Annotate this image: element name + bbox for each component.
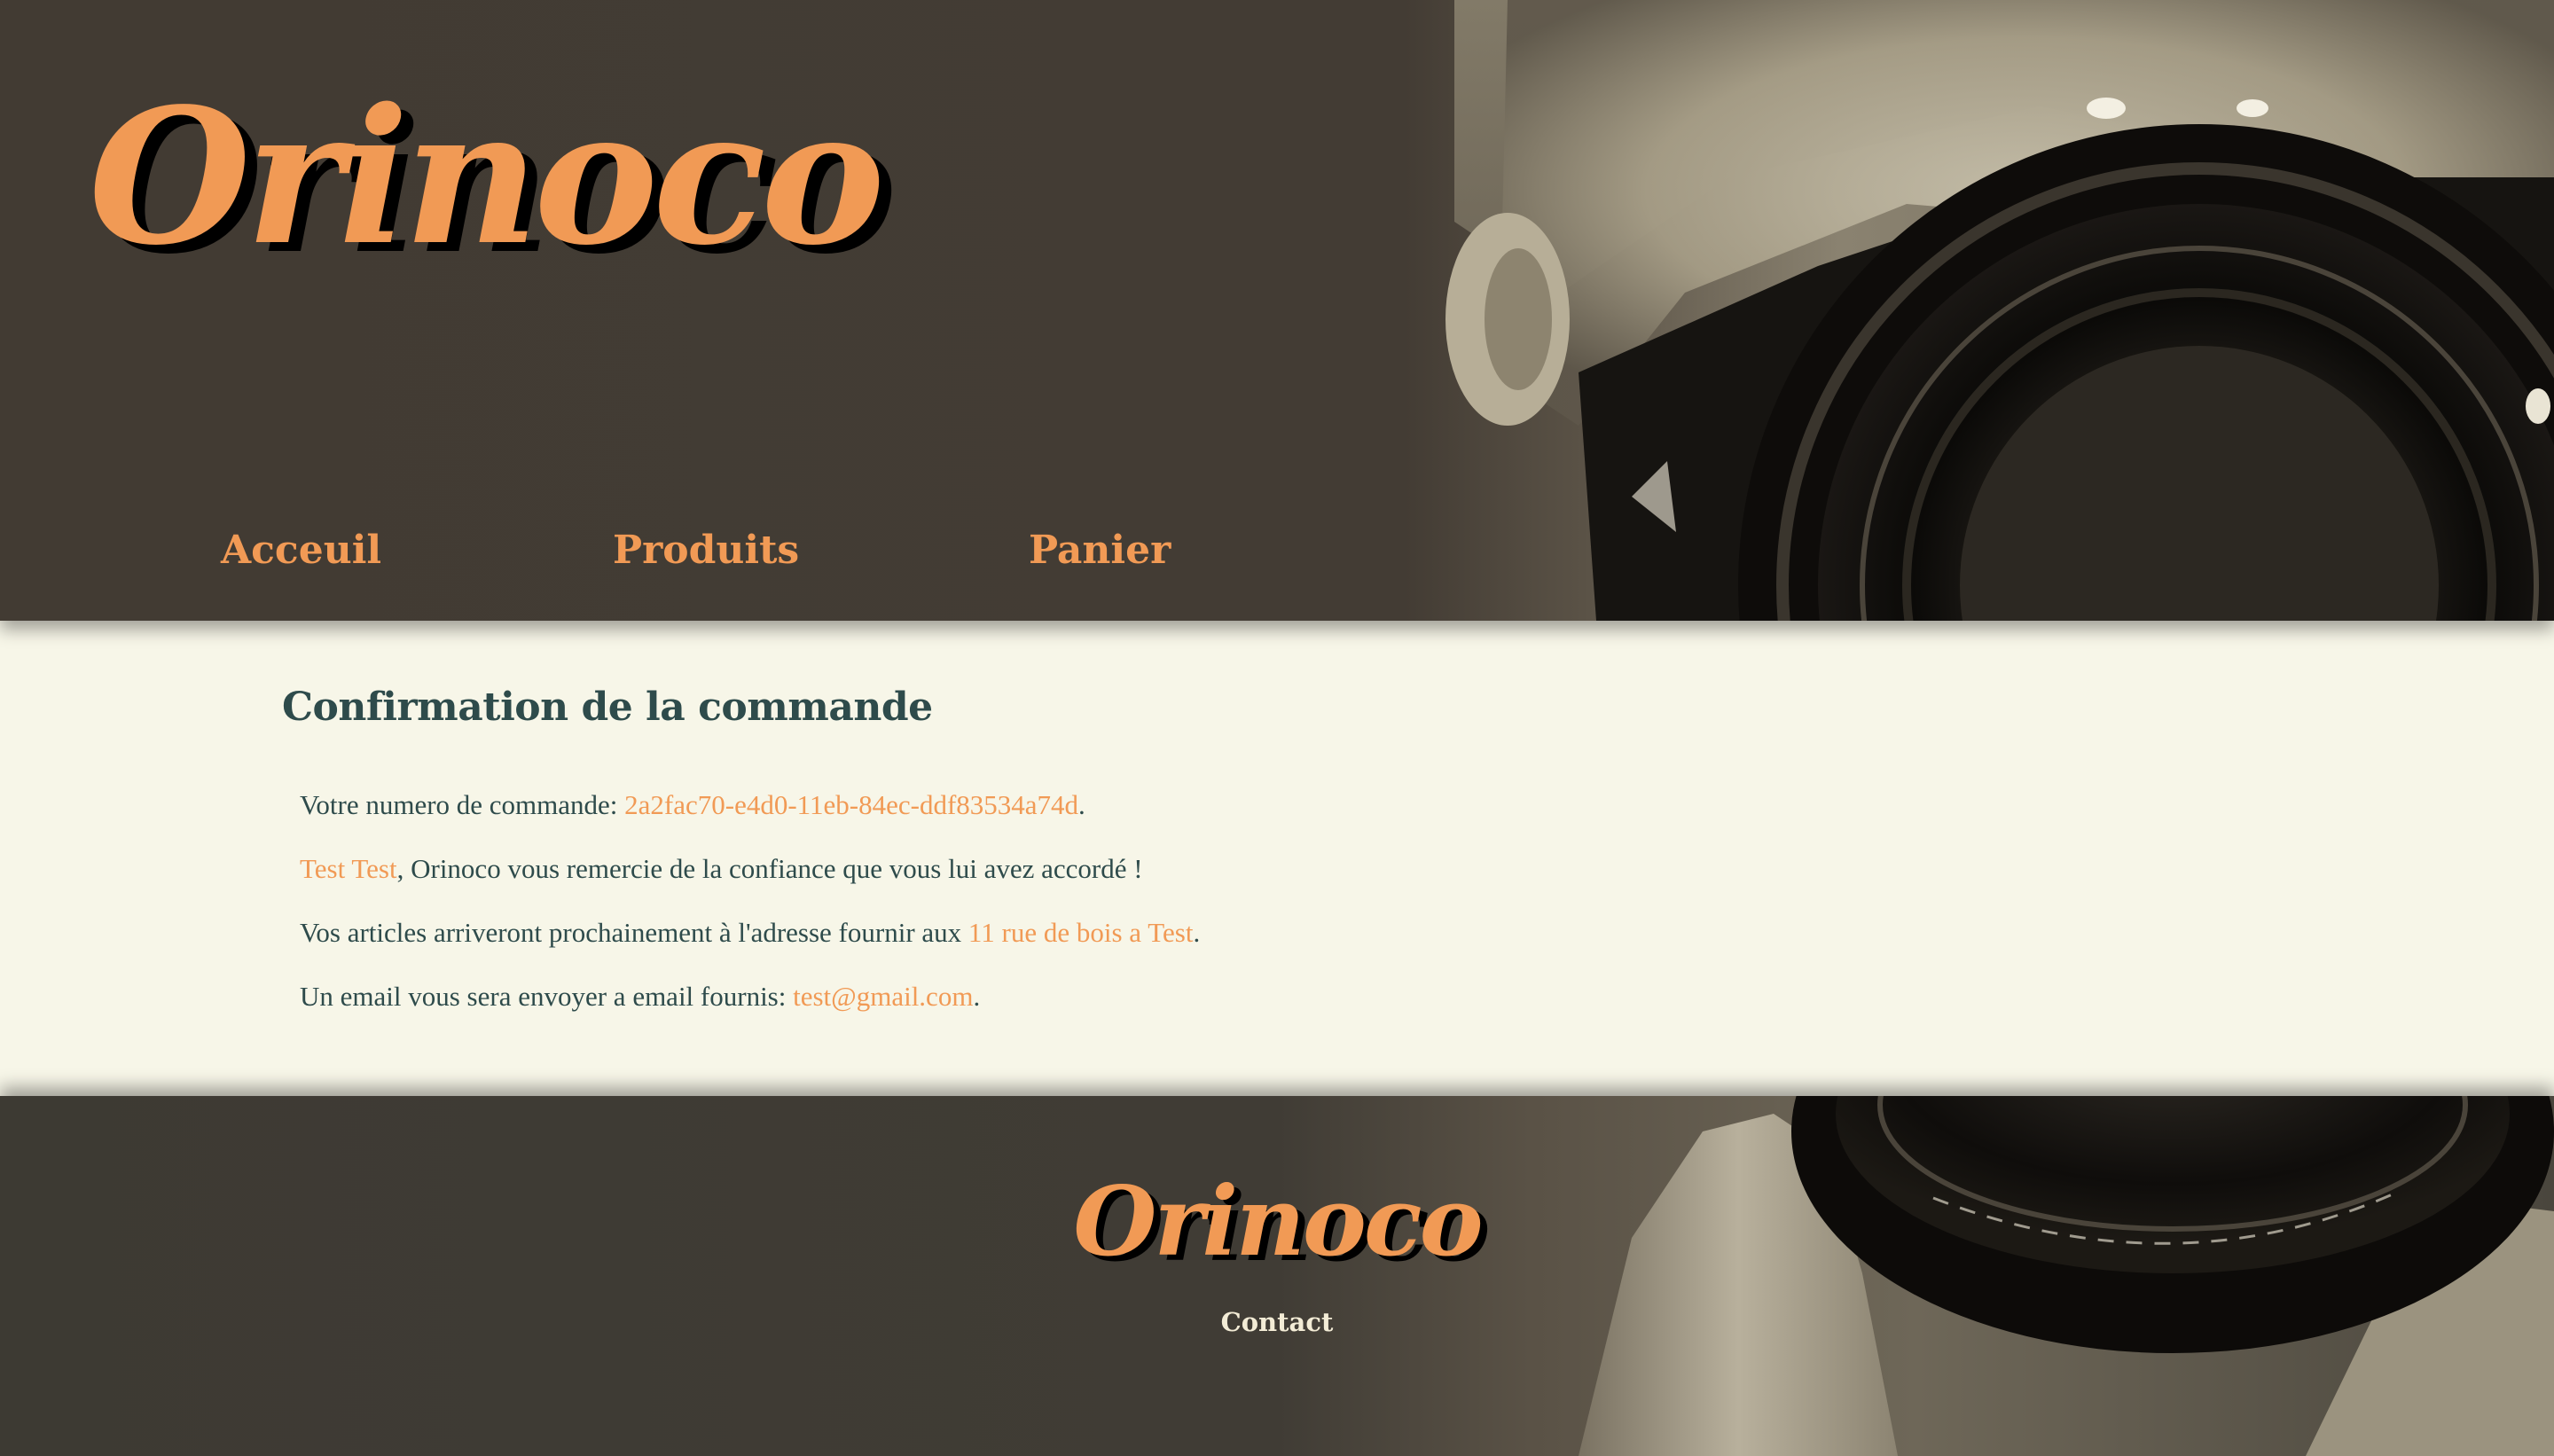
order-number-period: . bbox=[1078, 789, 1085, 820]
address-label: Vos articles arriveront prochainement à … bbox=[300, 917, 968, 948]
address-line: Vos articles arriveront prochainement à … bbox=[300, 917, 1200, 949]
order-number-label: Votre numero de commande: bbox=[300, 789, 625, 820]
nav-item-acceuil[interactable]: Acceuil bbox=[221, 528, 381, 573]
customer-email: test@gmail.com bbox=[793, 981, 974, 1012]
delivery-address: 11 rue de bois a Test bbox=[968, 917, 1194, 948]
nav-item-panier[interactable]: Panier bbox=[1029, 528, 1171, 573]
address-period: . bbox=[1193, 917, 1201, 948]
order-number-line: Votre numero de commande: 2a2fac70-e4d0-… bbox=[300, 789, 1085, 821]
footer-logo[interactable]: Orinoco bbox=[0, 1174, 2554, 1270]
footer-contact-link[interactable]: Contact bbox=[0, 1307, 2554, 1337]
site-header: Orinoco Acceuil Produits Panier bbox=[0, 0, 2554, 621]
customer-name: Test Test bbox=[300, 853, 397, 884]
nav-item-produits[interactable]: Produits bbox=[613, 528, 799, 573]
page-title: Confirmation de la commande bbox=[282, 685, 933, 730]
thanks-text: , Orinoco vous remercie de la confiance … bbox=[396, 853, 1143, 884]
email-label: Un email vous sera envoyer a email fourn… bbox=[300, 981, 794, 1012]
site-logo[interactable]: Orinoco bbox=[89, 84, 885, 270]
site-footer: Orinoco Contact bbox=[0, 1096, 2554, 1456]
thanks-line: Test Test, Orinoco vous remercie de la c… bbox=[300, 853, 1143, 885]
main-nav: Acceuil Produits Panier bbox=[0, 528, 1242, 590]
email-line: Un email vous sera envoyer a email fourn… bbox=[300, 981, 980, 1013]
confirmation-section: Confirmation de la commande Votre numero… bbox=[0, 621, 2554, 1096]
email-period: . bbox=[973, 981, 981, 1012]
order-id: 2a2fac70-e4d0-11eb-84ec-ddf83534a74d bbox=[624, 789, 1079, 820]
